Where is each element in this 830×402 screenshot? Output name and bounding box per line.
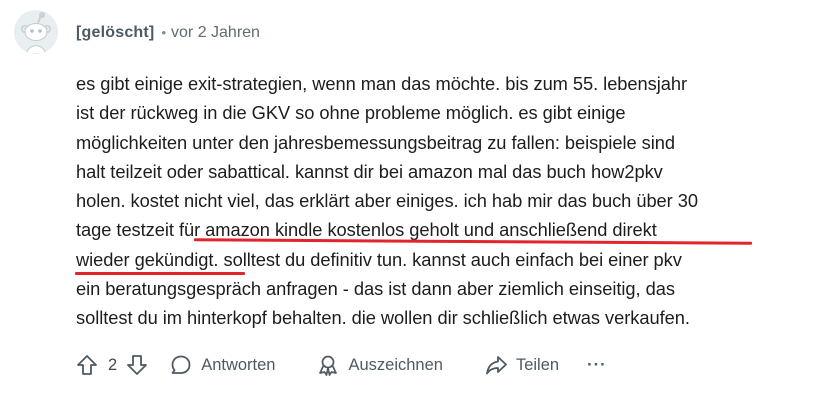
more-options-icon: ··· xyxy=(587,355,607,374)
reply-label: Antworten xyxy=(201,355,276,374)
vote-controls: 2 xyxy=(76,354,148,376)
comment-line: möglichkeiten unter den jahresbemessungs… xyxy=(76,131,675,153)
underlined-text: wieder gekündigt. xyxy=(76,248,219,270)
author-name[interactable]: [gelöscht] xyxy=(76,24,154,41)
comment-line: wieder gekündigt. solltest du definitiv … xyxy=(76,245,811,274)
comment-line: ein beratungsgespräch anfragen - das ist… xyxy=(76,278,675,300)
award-button[interactable]: Auszeichnen xyxy=(317,354,443,376)
meta-separator: • xyxy=(161,25,167,40)
vote-count: 2 xyxy=(108,355,118,374)
comment-text-plain: tage testzeit xyxy=(76,219,179,241)
comment-body: es gibt einige exit-strategien, wenn man… xyxy=(76,69,811,333)
underlined-text: für amazon kindle kostenlos geholt und a… xyxy=(178,219,657,241)
reply-button[interactable]: Antworten xyxy=(170,354,275,376)
comment-text-plain: solltest du definitiv tun. kannst auch e… xyxy=(218,248,682,270)
arrow-up-icon[interactable] xyxy=(76,354,98,376)
share-label: Teilen xyxy=(515,355,560,374)
speech-bubble-icon xyxy=(170,354,192,376)
comment: [gelöscht] • vor 2 Jahren es gibt einige e… xyxy=(0,0,830,402)
comment-line: ist der rückweg in die GKV so ohne probl… xyxy=(76,102,626,124)
more-options-button[interactable]: ··· xyxy=(587,356,606,375)
award-icon xyxy=(317,354,339,376)
arrow-down-icon[interactable] xyxy=(126,354,148,376)
snoo-avatar-icon xyxy=(14,10,58,54)
comment-action-bar: 2 Antworten Auszeichnen Teilen ··· xyxy=(76,348,607,382)
comment-line: halt teilzeit oder sabattical. kannst di… xyxy=(76,160,663,182)
share-button[interactable]: Teilen xyxy=(485,354,559,376)
comment-meta: [gelöscht] • vor 2 Jahren xyxy=(76,23,260,43)
comment-timestamp[interactable]: vor 2 Jahren xyxy=(171,24,260,41)
red-underline-annotation xyxy=(75,272,245,275)
share-arrow-icon xyxy=(485,354,507,376)
avatar[interactable] xyxy=(14,10,58,54)
comment-line: solltest du im hinterkopf behalten. die … xyxy=(76,307,690,329)
award-label: Auszeichnen xyxy=(348,355,443,374)
comment-line: holen. kostet nicht viel, das erklärt ab… xyxy=(76,190,698,212)
comment-line: es gibt einige exit-strategien, wenn man… xyxy=(76,73,688,94)
